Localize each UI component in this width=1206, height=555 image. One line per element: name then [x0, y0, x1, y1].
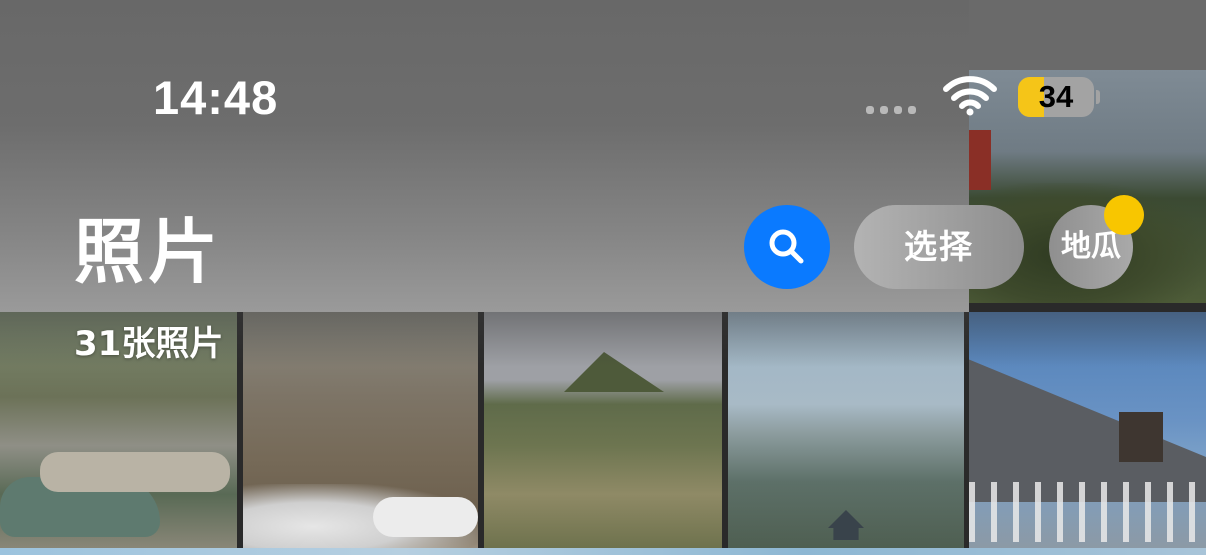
search-button[interactable]	[744, 205, 830, 289]
battery-percent: 34	[1038, 79, 1074, 114]
cellular-signal-icon	[866, 106, 916, 114]
photo-detail	[969, 359, 1206, 502]
status-bar-background	[969, 0, 1206, 70]
photo-count: 31张照片	[74, 324, 224, 364]
signal-dot	[894, 106, 902, 114]
photo-detail	[564, 352, 664, 392]
battery-icon: 34	[1018, 77, 1094, 117]
photo-thumbnail[interactable]	[243, 312, 478, 555]
photo-detail	[969, 130, 991, 190]
signal-dot	[908, 106, 916, 114]
notification-badge	[1104, 195, 1144, 235]
signal-dot	[880, 106, 888, 114]
search-icon	[769, 229, 804, 264]
photo-row-next[interactable]	[0, 548, 1206, 555]
photo-detail	[828, 510, 864, 540]
photo-detail	[969, 482, 1206, 542]
wifi-icon	[943, 76, 997, 116]
photo-detail	[373, 497, 478, 537]
battery-cap	[1096, 90, 1100, 104]
photo-detail	[40, 452, 230, 492]
photo-thumbnail[interactable]	[484, 312, 722, 555]
photo-detail	[1119, 412, 1163, 462]
photo-thumbnail[interactable]	[728, 312, 964, 555]
select-button[interactable]: 选择	[854, 205, 1024, 289]
page-title: 照片	[74, 211, 222, 293]
photo-thumbnail[interactable]	[969, 312, 1206, 555]
status-time: 14:48	[153, 71, 279, 124]
signal-dot	[866, 106, 874, 114]
